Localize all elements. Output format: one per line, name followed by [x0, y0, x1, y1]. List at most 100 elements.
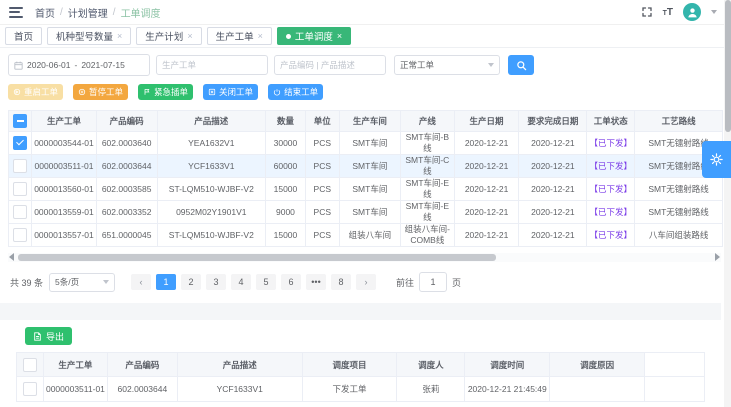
table-cell: 八车间组装路线: [635, 224, 723, 247]
table-row[interactable]: 0000003511-01602.0003644YCF1633V1下发工单张莉2…: [17, 377, 705, 402]
关闭工单-button[interactable]: 关闭工单: [203, 84, 258, 100]
order-status-select[interactable]: 正常工单: [394, 55, 500, 75]
结束工单-button[interactable]: 结束工单: [268, 84, 323, 100]
page-button-3[interactable]: 3: [206, 274, 226, 290]
select-all-checkbox[interactable]: [23, 358, 37, 372]
table-cell: 【已下发】: [587, 224, 635, 247]
search-button[interactable]: [508, 55, 534, 75]
date-range-picker[interactable]: 2020-06-01 - 2021-07-15: [8, 54, 150, 76]
table-cell: 602.0003585: [96, 178, 157, 201]
table-cell: 2020-12-21: [519, 132, 587, 155]
export-button[interactable]: 导出: [25, 327, 72, 345]
document-icon: [33, 332, 42, 341]
scroll-left-icon[interactable]: [9, 253, 14, 261]
horizontal-scrollbar[interactable]: [8, 253, 721, 262]
breadcrumb-home[interactable]: 首页: [35, 5, 55, 20]
column-header: 产品描述: [177, 353, 302, 377]
product-input[interactable]: [274, 55, 386, 75]
restart-icon: [13, 88, 21, 96]
horizontal-scrollbar-thumb[interactable]: [18, 254, 496, 261]
table-row[interactable]: 0000013559-01602.00033520952M02Y1901V190…: [9, 201, 723, 224]
close-icon[interactable]: ×: [187, 32, 192, 41]
table-cell: 0000003511-01: [32, 155, 97, 178]
close-icon[interactable]: ×: [117, 32, 122, 41]
table-cell: ST-LQM510-WJBF-V2: [157, 224, 265, 247]
table-row[interactable]: 0000003544-01602.0003640YEA1632V130000PC…: [9, 132, 723, 155]
row-checkbox[interactable]: [13, 205, 27, 219]
table-row[interactable]: 0000013557-01651.0000045ST-LQM510-WJBF-V…: [9, 224, 723, 247]
vertical-scrollbar[interactable]: [724, 0, 731, 407]
order-status-selected: 正常工单: [400, 59, 434, 71]
table-row[interactable]: 0000013560-01602.0003585ST-LQM510-WJBF-V…: [9, 178, 723, 201]
more-pages-button[interactable]: •••: [306, 274, 326, 290]
table-header-row: 生产工单产品编码产品描述调度项目调度人调度时间调度原因: [17, 353, 705, 377]
table-cell: 2020-12-21: [454, 178, 519, 201]
close-icon[interactable]: ×: [258, 32, 263, 41]
table-cell: SMT无镭射路线: [635, 201, 723, 224]
row-checkbox[interactable]: [23, 382, 37, 396]
scroll-right-icon[interactable]: [715, 253, 720, 261]
select-all-checkbox[interactable]: [13, 114, 27, 128]
table-cell: 15000: [266, 178, 306, 201]
table-row[interactable]: 0000003511-01602.0003644YCF1633V160000PC…: [9, 155, 723, 178]
row-checkbox[interactable]: [13, 136, 27, 150]
row-checkbox-cell: [9, 132, 32, 155]
table-cell: 2020-12-21: [519, 178, 587, 201]
tab-首页[interactable]: 首页: [5, 27, 42, 45]
tab-工单调度[interactable]: 工单调度×: [277, 27, 351, 45]
table-cell: 30000: [266, 132, 306, 155]
column-header: 生产工单: [43, 353, 107, 377]
tab-生产计划[interactable]: 生产计划×: [136, 27, 201, 45]
pagination-total: 共 39 条: [10, 276, 43, 289]
fullscreen-icon[interactable]: [641, 6, 653, 18]
table-cell: 0952M02Y1901V1: [157, 201, 265, 224]
table-cell: 2020-12-21: [454, 132, 519, 155]
tab-机种型号数量[interactable]: 机种型号数量×: [47, 27, 131, 45]
next-page-button[interactable]: ›: [356, 274, 376, 290]
table-cell: 【已下发】: [587, 132, 635, 155]
vertical-scrollbar-thumb[interactable]: [725, 0, 731, 132]
page-button-5[interactable]: 5: [256, 274, 276, 290]
table-cell: 602.0003644: [96, 155, 157, 178]
table-cell: 0000013559-01: [32, 201, 97, 224]
暂停工单-button[interactable]: 暂停工单: [73, 84, 128, 100]
row-checkbox-cell: [9, 178, 32, 201]
table-cell: 0000003511-01: [43, 377, 107, 402]
table-cell: 602.0003644: [107, 377, 177, 402]
紧急插单-button[interactable]: 紧急插单: [138, 84, 193, 100]
row-checkbox-cell: [9, 224, 32, 247]
user-menu-caret-icon[interactable]: [711, 10, 717, 14]
row-checkbox[interactable]: [13, 228, 27, 242]
page-button-6[interactable]: 6: [281, 274, 301, 290]
tab-生产工单[interactable]: 生产工单×: [207, 27, 272, 45]
page-size-select[interactable]: 5条/页: [49, 273, 115, 292]
avatar[interactable]: [683, 3, 701, 21]
active-tab-dot-icon: [286, 34, 291, 39]
page-size-value: 5条/页: [55, 276, 79, 288]
export-label: 导出: [46, 330, 64, 343]
action-button-label: 紧急插单: [154, 86, 188, 98]
breadcrumb-plan-management[interactable]: 计划管理: [68, 5, 108, 20]
goto-page-input[interactable]: [419, 272, 447, 292]
column-header: 工艺路线: [635, 111, 723, 132]
重启工单-button[interactable]: 重启工单: [8, 84, 63, 100]
column-header: 工单状态: [587, 111, 635, 132]
font-size-icon[interactable]: TT: [663, 7, 673, 18]
table-header-row: 生产工单产品编码产品描述数量单位生产车间产线生产日期要求完成日期工单状态工艺路线: [9, 111, 723, 132]
action-button-label: 暂停工单: [89, 86, 123, 98]
row-checkbox[interactable]: [13, 182, 27, 196]
page-button-1[interactable]: 1: [156, 274, 176, 290]
table-cell: 【已下发】: [587, 201, 635, 224]
page-button-8[interactable]: 8: [331, 274, 351, 290]
row-checkbox[interactable]: [13, 159, 27, 173]
column-header: 生产车间: [339, 111, 400, 132]
page-button-4[interactable]: 4: [231, 274, 251, 290]
work-order-input[interactable]: [156, 55, 268, 75]
menu-icon[interactable]: [9, 7, 23, 18]
prev-page-button[interactable]: ‹: [131, 274, 151, 290]
settings-fab[interactable]: [702, 141, 731, 178]
breadcrumb: 首页 / 计划管理 / 工单调度: [35, 5, 161, 20]
page-button-2[interactable]: 2: [181, 274, 201, 290]
close-icon[interactable]: ×: [337, 32, 342, 41]
breadcrumb-current: 工单调度: [121, 5, 161, 20]
